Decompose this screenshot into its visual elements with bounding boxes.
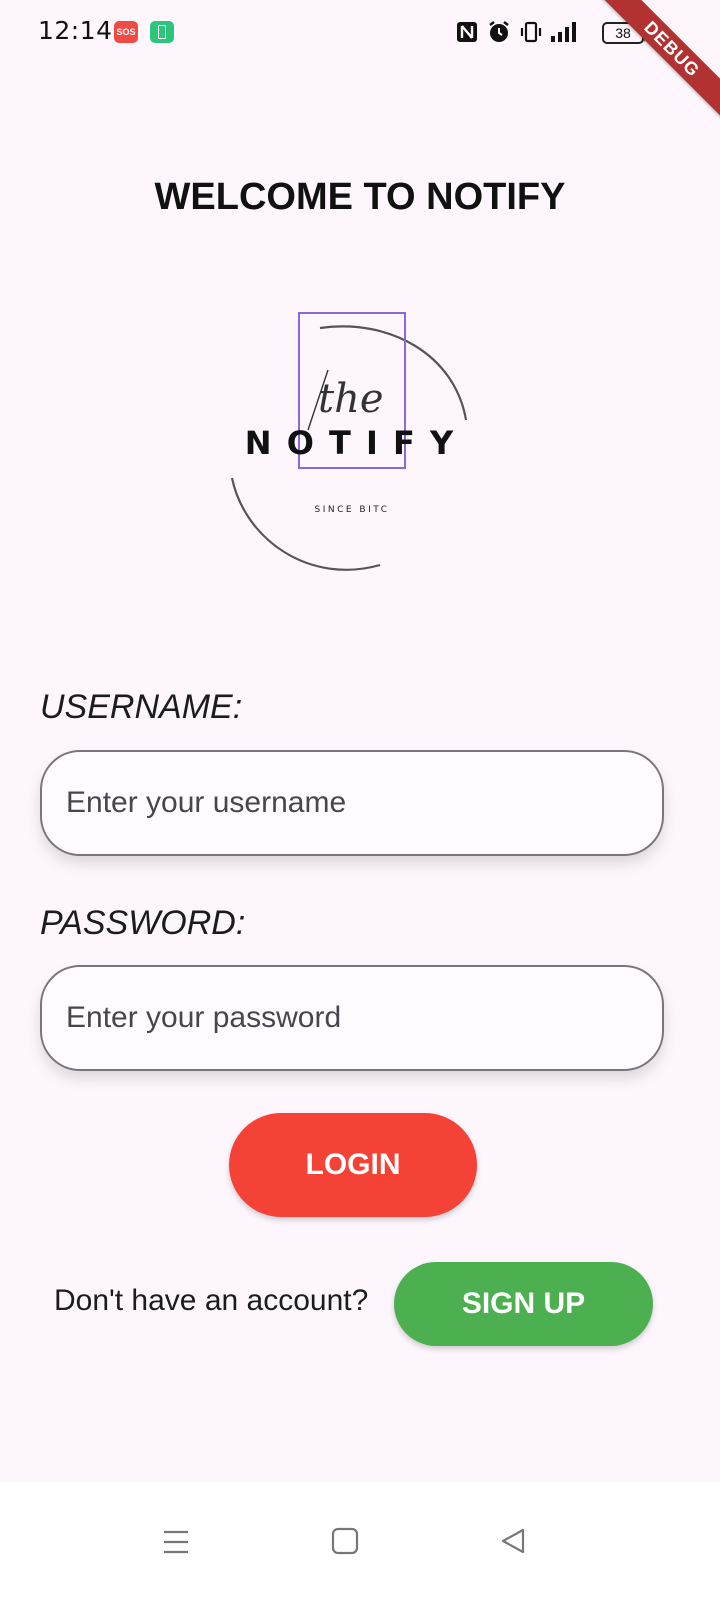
password-label: PASSWORD: xyxy=(40,904,246,942)
logo-wordmark: N O T I F Y xyxy=(245,424,455,462)
nfc-icon xyxy=(457,22,477,42)
menu-icon[interactable] xyxy=(162,1528,190,1556)
username-label: USERNAME: xyxy=(40,688,243,726)
username-input[interactable] xyxy=(40,750,664,856)
logo-tagline: SINCE BITC xyxy=(314,505,389,515)
status-bar: 12:14 SOS 38 xyxy=(0,0,720,64)
signup-button[interactable]: SIGN UP xyxy=(394,1262,653,1346)
back-icon[interactable] xyxy=(499,1527,527,1555)
page-title: WELCOME TO NOTIFY xyxy=(154,176,566,218)
alarm-icon xyxy=(489,21,509,42)
sos-icon: SOS xyxy=(114,21,138,43)
login-button[interactable]: LOGIN xyxy=(229,1113,477,1217)
battery-saver-icon xyxy=(150,21,174,43)
password-input[interactable] xyxy=(40,965,664,1071)
logo-script: the xyxy=(318,376,384,422)
vibrate-icon xyxy=(520,21,542,43)
status-time: 12:14 xyxy=(38,16,113,45)
signup-prompt: Don't have an account? xyxy=(54,1284,369,1317)
home-icon[interactable] xyxy=(331,1527,359,1555)
notify-logo: the N O T I F Y SINCE BITC xyxy=(230,312,468,571)
navigation-bar xyxy=(0,1482,720,1600)
signal-icon xyxy=(551,22,576,42)
